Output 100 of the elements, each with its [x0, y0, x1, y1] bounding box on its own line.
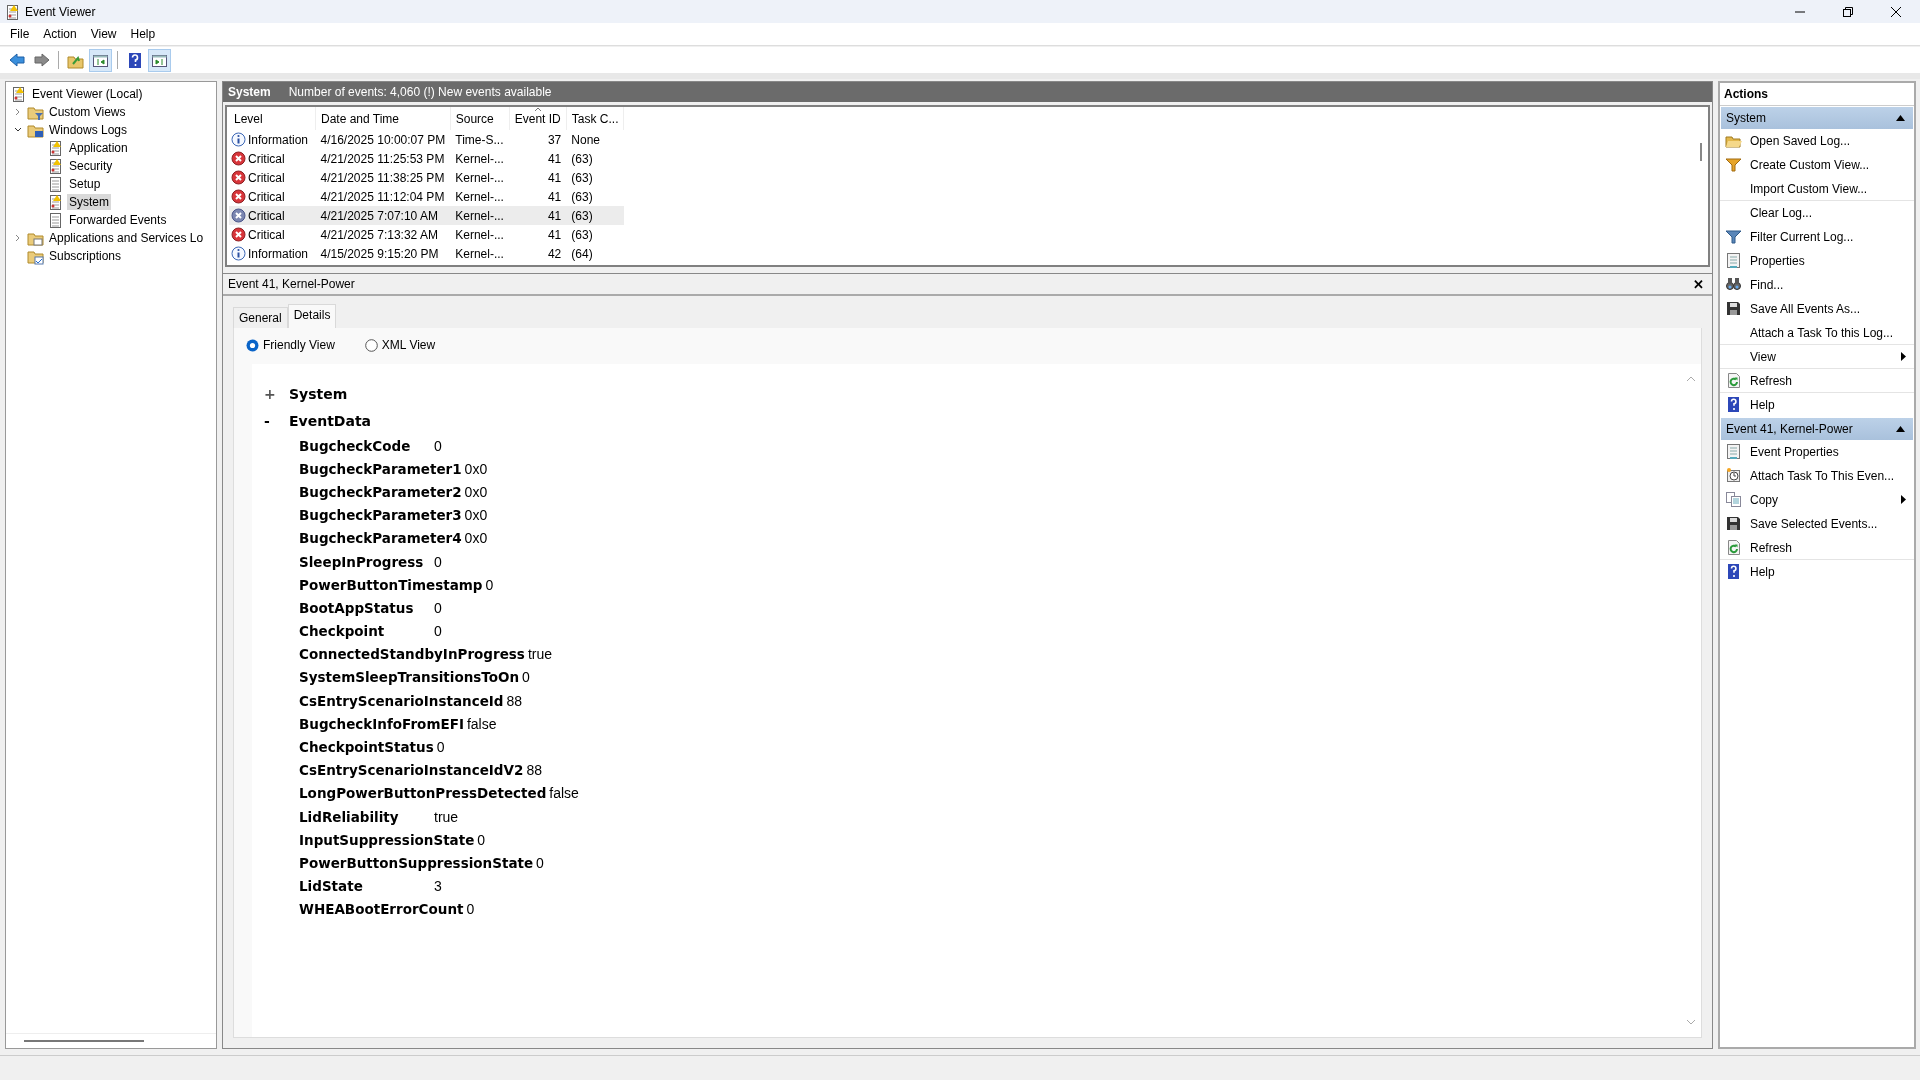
- properties-icon: [1725, 252, 1742, 269]
- chevron-icon[interactable]: [14, 126, 22, 134]
- table-cell: 4/21/2025 11:12:04 PM: [315, 187, 451, 206]
- field-value: 0: [434, 623, 442, 640]
- expand-toggle[interactable]: +: [264, 385, 289, 402]
- action-link[interactable]: Create Custom View...: [1750, 157, 1906, 172]
- table-cell-text: 42: [546, 245, 563, 263]
- field-name: CheckpointStatus: [299, 739, 434, 756]
- action-link[interactable]: Refresh: [1750, 373, 1906, 388]
- table-cell: 41: [509, 225, 567, 244]
- column-header[interactable]: Event ID: [509, 107, 567, 130]
- radio-button[interactable]: XML View: [364, 338, 436, 352]
- action-link[interactable]: Refresh: [1750, 540, 1906, 555]
- column-header[interactable]: Task C...: [566, 107, 624, 130]
- event-row[interactable]: Information 4/16/2025 10:00:07 PM Time-S... 37 None: [229, 130, 624, 149]
- tree-item[interactable]: Subscriptions: [47, 248, 124, 264]
- table-cell: (63): [566, 187, 624, 206]
- level-text: Critical: [248, 227, 285, 242]
- expand-toggle[interactable]: -: [264, 412, 289, 429]
- menu-item[interactable]: Action: [36, 25, 84, 43]
- tree-item[interactable]: Windows Logs: [47, 122, 130, 138]
- table-cell: 4/16/2025 10:00:07 PM: [315, 130, 451, 149]
- tree-item[interactable]: Event Viewer (Local): [30, 86, 145, 102]
- action-link[interactable]: Attach Task To This Even...: [1750, 468, 1906, 483]
- field-value: 88: [506, 692, 523, 709]
- toolbar-button[interactable]: [89, 48, 112, 72]
- table-cell: 4/21/2025 7:07:10 AM: [315, 206, 451, 225]
- event-row[interactable]: Information 4/15/2025 9:15:20 PM Kernel-... 42 (64): [229, 244, 624, 263]
- tab[interactable]: General: [233, 307, 288, 328]
- table-cell: 4/21/2025 7:13:32 AM: [315, 225, 451, 244]
- event-row[interactable]: Critical 4/21/2025 7:13:32 AM Kernel-... 41 (63): [229, 225, 624, 244]
- field-value: 0x0: [464, 483, 488, 500]
- action-link[interactable]: Attach a Task To this Log...: [1750, 325, 1906, 340]
- action-link[interactable]: Filter Current Log...: [1750, 229, 1906, 244]
- filter-icon: [1725, 156, 1742, 173]
- event-row[interactable]: Critical 4/21/2025 11:12:04 PM Kernel-... 41 (63): [229, 187, 624, 206]
- event-row[interactable]: Critical 4/21/2025 11:38:25 PM Kernel-... 41 (63): [229, 168, 624, 187]
- field-name: WHEABootErrorCount: [299, 901, 464, 918]
- help-icon: [1725, 396, 1742, 413]
- action-link[interactable]: Open Saved Log...: [1750, 133, 1906, 148]
- column-header[interactable]: Source: [450, 107, 510, 130]
- action-link[interactable]: Clear Log...: [1750, 205, 1906, 220]
- group-header[interactable]: System: [1721, 107, 1913, 129]
- event-row[interactable]: Critical 4/21/2025 7:07:10 AM Kernel-... 41 (63): [229, 206, 624, 225]
- menu-item[interactable]: Help: [123, 25, 163, 43]
- log-warning-icon: [47, 139, 64, 157]
- scroll-up-icon[interactable]: [1686, 376, 1696, 382]
- refresh-icon: [1725, 372, 1742, 389]
- tab[interactable]: Details: [287, 304, 337, 328]
- close-icon[interactable]: [1890, 5, 1902, 18]
- menu-item[interactable]: File: [3, 25, 37, 43]
- close-button[interactable]: ✕: [1689, 276, 1708, 292]
- action-link[interactable]: Help: [1750, 564, 1906, 579]
- panel-title: Actions: [1720, 83, 1914, 106]
- submenu-arrow-icon: [1901, 352, 1906, 361]
- action-link[interactable]: Help: [1750, 397, 1906, 412]
- action-link[interactable]: Properties: [1750, 253, 1906, 268]
- section-title: EventData: [289, 412, 372, 429]
- field-value: 0: [436, 739, 445, 756]
- tree-item[interactable]: Security: [67, 158, 115, 174]
- app-icon: [4, 3, 18, 20]
- table-cell: Kernel-...: [450, 187, 510, 206]
- scroll-down-icon[interactable]: [1686, 1019, 1696, 1025]
- tree-item[interactable]: Application: [67, 140, 130, 156]
- action-link[interactable]: Event Properties: [1750, 444, 1906, 459]
- action-link[interactable]: Copy: [1750, 492, 1893, 507]
- action-link[interactable]: Save All Events As...: [1750, 301, 1906, 316]
- event-row[interactable]: Critical 4/21/2025 11:25:53 PM Kernel-... 41 (63): [229, 149, 624, 168]
- section-title: System: [289, 385, 348, 402]
- field-value: false: [549, 785, 579, 802]
- tree-item[interactable]: System: [67, 194, 111, 210]
- column-header[interactable]: Level: [229, 107, 316, 130]
- scrollbar-thumb[interactable]: [24, 1040, 144, 1042]
- group-header[interactable]: Event 41, Kernel-Power: [1721, 418, 1913, 440]
- filter-icon: [1725, 228, 1742, 245]
- tree-item[interactable]: Applications and Services Lo: [47, 230, 206, 246]
- save-icon: [1725, 515, 1742, 532]
- action-link[interactable]: Find...: [1750, 277, 1906, 292]
- action-link[interactable]: Import Custom View...: [1750, 181, 1906, 196]
- field-value: 0x0: [464, 530, 488, 547]
- radio-button[interactable]: Friendly View: [246, 338, 335, 352]
- field-name: LidState: [299, 878, 364, 895]
- tree-item[interactable]: Setup: [67, 176, 103, 192]
- level-text: Critical: [248, 151, 285, 166]
- restore-icon[interactable]: [1842, 5, 1854, 18]
- menu-item[interactable]: View: [83, 25, 124, 43]
- field-value: false: [466, 715, 497, 732]
- action-link[interactable]: Save Selected Events...: [1750, 516, 1906, 531]
- table-cell-text: (63): [570, 169, 594, 187]
- action-link[interactable]: View: [1750, 349, 1893, 364]
- copy-icon: [1725, 491, 1742, 508]
- scrollbar-thumb[interactable]: [1700, 143, 1702, 161]
- field-value: 0: [434, 553, 442, 570]
- tree-item[interactable]: Custom Views: [47, 104, 128, 120]
- field-name: BugcheckParameter1: [299, 460, 462, 477]
- column-header[interactable]: Date and Time: [315, 107, 451, 130]
- field-name: Checkpoint: [299, 623, 386, 640]
- field-name: BootAppStatus: [299, 599, 415, 616]
- toolbar-button[interactable]: [148, 48, 171, 72]
- tree-item[interactable]: Forwarded Events: [67, 212, 169, 228]
